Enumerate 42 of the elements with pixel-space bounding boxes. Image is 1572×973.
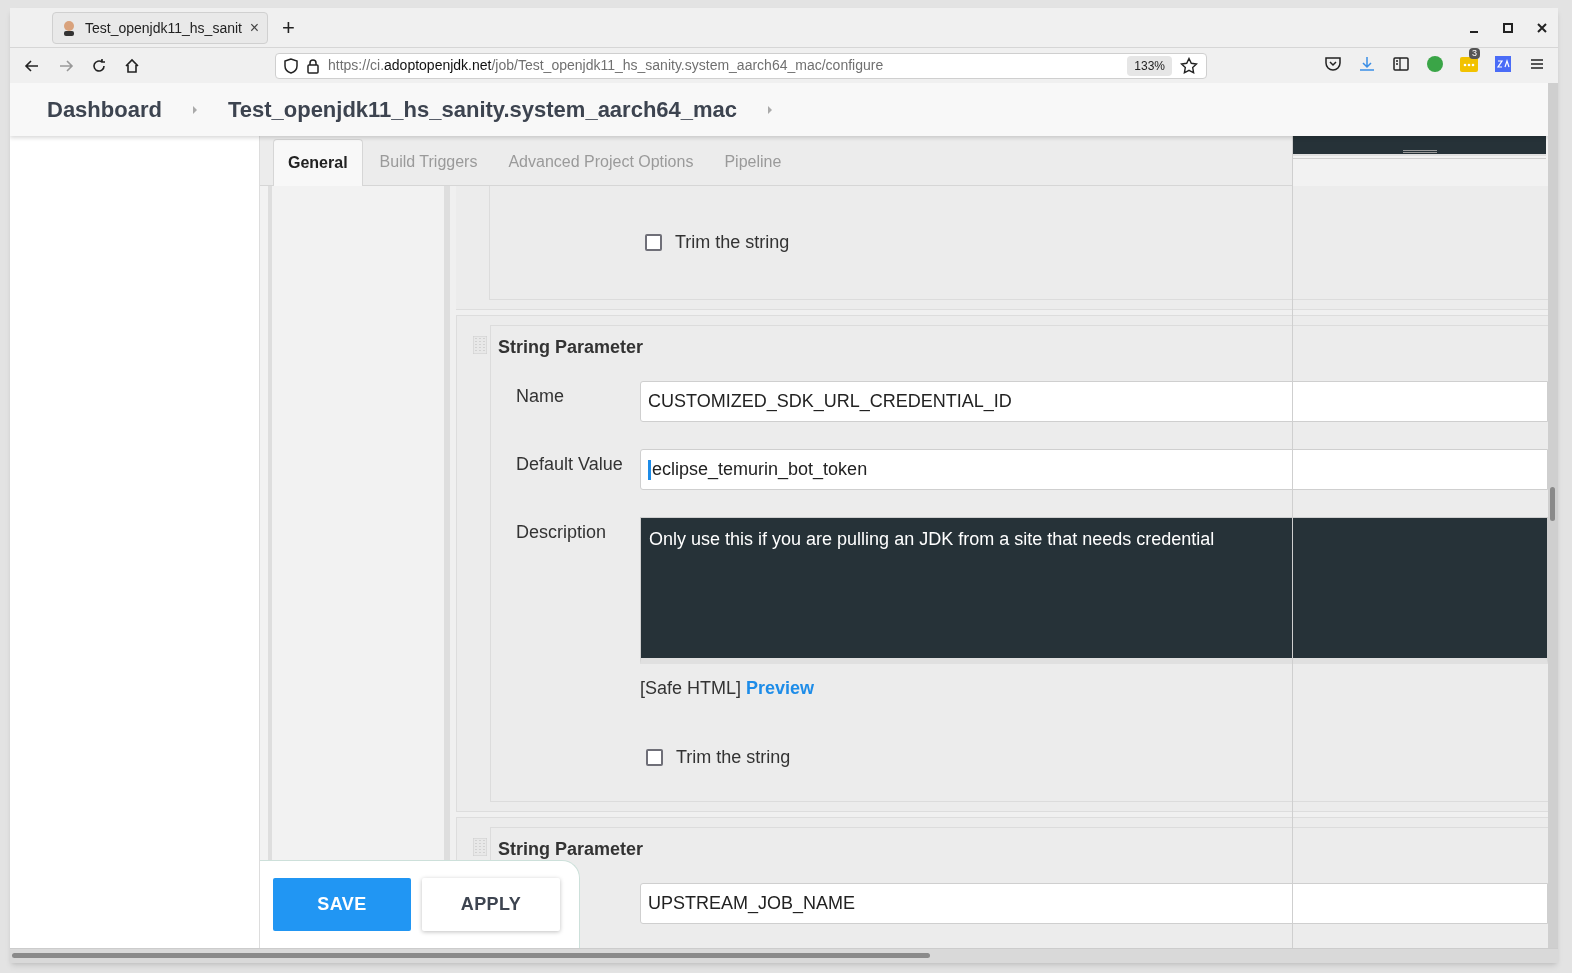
- field-label: Default Value: [516, 453, 624, 476]
- safe-html-label: [Safe HTML]: [640, 677, 742, 700]
- extension-badge: 3: [1469, 48, 1480, 59]
- address-bar[interactable]: https://ci.adoptopenjdk.net/job/Test_openjdk11_hs_sanity.system_aarch64_mac/configure 133%: [275, 52, 1207, 79]
- tab-title: Test_openjdk11_hs_sanit: [85, 18, 242, 38]
- breadcrumb-link[interactable]: Test_openjdk11_hs_sanity.system_aarch64_mac: [227, 93, 738, 126]
- sidebar-icon[interactable]: [1392, 55, 1410, 73]
- config-tab[interactable]: General: [273, 139, 363, 186]
- checkbox-label: Trim the string: [676, 746, 791, 769]
- maximize-icon[interactable]: [1500, 20, 1516, 36]
- description-textarea[interactable]: Only use this if you are pulling an JDK from a site that needs credential: [640, 517, 1548, 664]
- new-tab-button[interactable]: +: [282, 17, 295, 39]
- breadcrumb-link[interactable]: Dashboard: [47, 93, 162, 126]
- reload-icon[interactable]: [90, 56, 108, 75]
- text-field[interactable]: eclipse_temurin_bot_token: [640, 449, 1548, 490]
- checkbox-label: Trim the string: [675, 231, 790, 254]
- translate-icon[interactable]: [1494, 55, 1512, 73]
- field-label: Name: [516, 385, 565, 408]
- section-title: String Parameter: [497, 837, 645, 861]
- apply-button[interactable]: APPLY: [422, 878, 560, 931]
- drag-handle-icon[interactable]: [473, 336, 487, 354]
- text-field[interactable]: UPSTREAM_JOB_NAME: [640, 883, 1548, 924]
- drag-handle-icon[interactable]: [473, 838, 487, 856]
- lock-icon[interactable]: [306, 57, 320, 74]
- url-text: https://ci.adoptopenjdk.net/job/Test_openjdk11_hs_sanity.system_aarch64_mac/configure: [328, 56, 885, 75]
- text-field[interactable]: CUSTOMIZED_SDK_URL_CREDENTIAL_ID: [640, 381, 1548, 422]
- zoom-level[interactable]: 133%: [1127, 55, 1172, 76]
- horizontal-scrollbar[interactable]: [10, 948, 1558, 963]
- star-icon[interactable]: [1180, 56, 1198, 75]
- vertical-scrollbar[interactable]: [1548, 83, 1558, 948]
- field-label: Description: [516, 521, 608, 544]
- shield-icon[interactable]: [284, 57, 298, 74]
- extension-icon[interactable]: [1460, 55, 1478, 73]
- section-title: String Parameter: [497, 335, 645, 359]
- pocket-icon[interactable]: [1324, 55, 1342, 73]
- checkbox[interactable]: [646, 749, 663, 766]
- home-icon[interactable]: [123, 56, 141, 75]
- checkbox[interactable]: [645, 234, 662, 251]
- browser-tab[interactable]: Test_openjdk11_hs_sanit ×: [52, 12, 268, 44]
- avatar-icon: [61, 20, 77, 36]
- close-tab-button[interactable]: ×: [249, 16, 259, 40]
- download-icon[interactable]: [1358, 55, 1376, 73]
